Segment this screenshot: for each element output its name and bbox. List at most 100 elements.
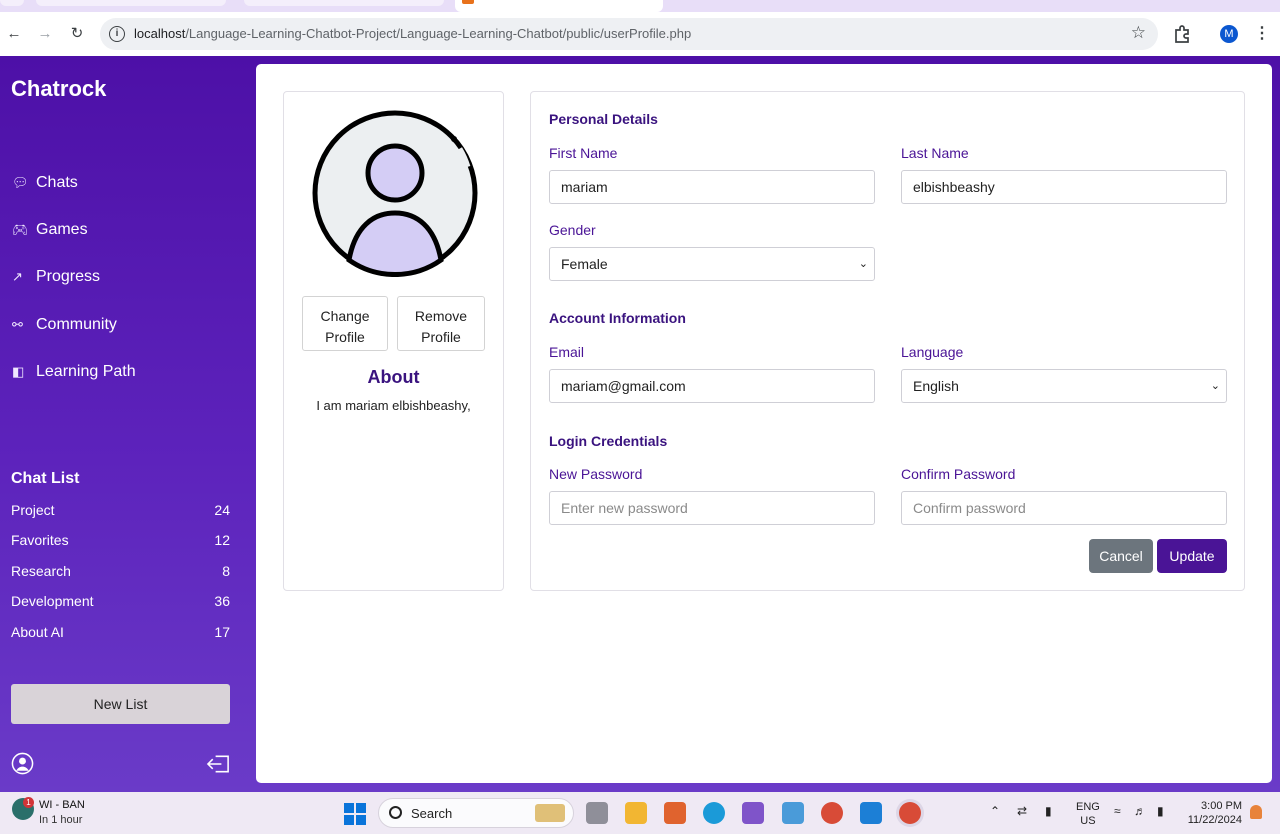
sidebar-item-chats[interactable]: 💬︎ Chats xyxy=(12,168,232,198)
browser-toolbar: ← → ↻ i localhost/Language-Learning-Chat… xyxy=(0,12,1280,56)
language-selected-value: English xyxy=(913,378,959,394)
battery-icon[interactable]: ▮ xyxy=(1157,804,1164,818)
gender-label: Gender xyxy=(549,222,596,238)
sidebar-item-label: Progress xyxy=(36,268,101,285)
sidebar-item-learning-path[interactable]: ◧ Learning Path xyxy=(12,357,232,387)
reload-icon[interactable]: ↻ xyxy=(67,24,87,44)
chat-list-label: Project xyxy=(11,502,55,518)
chat-list-count: 8 xyxy=(222,563,230,579)
button-label: Change xyxy=(320,307,370,324)
chart-line-icon: ↗ xyxy=(12,269,23,284)
chat-list-item[interactable]: Development 36 xyxy=(11,593,230,609)
notification-bell-icon[interactable] xyxy=(1250,805,1262,819)
gender-selected-value: Female xyxy=(561,256,608,272)
taskbar-search[interactable]: Search xyxy=(378,798,574,828)
bookmark-star-icon[interactable]: ☆ xyxy=(1131,23,1146,43)
visual-studio-icon[interactable] xyxy=(742,802,764,824)
language-label: Language xyxy=(901,344,964,360)
chevron-up-icon[interactable]: ⌃ xyxy=(990,804,1000,818)
first-name-field[interactable]: mariam xyxy=(549,170,875,204)
app-icon[interactable] xyxy=(782,802,804,824)
chat-list-item[interactable]: Project 24 xyxy=(11,502,230,518)
section-login-credentials: Login Credentials xyxy=(549,433,668,449)
chrome-active-icon[interactable] xyxy=(899,802,921,824)
update-button[interactable]: Update xyxy=(1157,539,1227,573)
first-name-label: First Name xyxy=(549,145,618,161)
remove-profile-button[interactable]: Remove Profile xyxy=(397,296,485,351)
edge-icon[interactable] xyxy=(703,802,725,824)
sidebar-item-community[interactable]: ⚯ Community xyxy=(12,310,232,340)
volume-icon[interactable]: ♬ xyxy=(1134,804,1146,818)
new-password-field[interactable]: Enter new password xyxy=(549,491,875,525)
file-explorer-icon[interactable] xyxy=(625,802,647,824)
weather-title[interactable]: WI - BAN xyxy=(39,799,85,811)
url-path: /Language-Learning-Chatbot-Project/Langu… xyxy=(185,26,692,41)
clock-date: 11/22/2024 xyxy=(1187,814,1242,826)
back-arrow-icon[interactable]: ← xyxy=(4,24,24,44)
tab-active[interactable] xyxy=(455,0,663,12)
xampp-icon[interactable] xyxy=(664,802,686,824)
tab-strip xyxy=(0,0,1280,12)
search-highlight-icon xyxy=(535,804,565,822)
chevron-down-icon: ⌄ xyxy=(1210,380,1220,392)
windows-start-icon[interactable] xyxy=(344,803,366,825)
logout-icon[interactable] xyxy=(206,754,231,774)
app-container: Chatrock 💬︎ Chats 🎮︎ Games ↗ Progress ⚯ Comm… xyxy=(0,56,1280,792)
weather-subtitle: In 1 hour xyxy=(39,814,83,826)
main-panel: Change Profile Remove Profile About I am m… xyxy=(256,64,1272,783)
sidebar-item-games[interactable]: 🎮︎ Games xyxy=(12,215,232,245)
change-profile-button[interactable]: Change Profile xyxy=(302,296,388,351)
vscode-icon[interactable] xyxy=(860,802,882,824)
section-personal-details: Personal Details xyxy=(549,111,658,127)
cancel-button[interactable]: Cancel xyxy=(1089,539,1153,573)
wifi-icon[interactable]: ≈ xyxy=(1114,804,1121,818)
profile-form: Personal Details First Name mariam Last … xyxy=(530,91,1245,591)
task-view-icon[interactable] xyxy=(586,802,608,824)
chat-list-label: Research xyxy=(11,563,71,579)
search-icon xyxy=(389,806,402,819)
gamepad-icon: 🎮︎ xyxy=(12,222,29,237)
profile-avatar[interactable]: M xyxy=(1220,25,1238,43)
favicon-icon xyxy=(462,0,474,4)
pen-menu-icon[interactable]: ⇄ xyxy=(1017,804,1027,818)
chat-list-item[interactable]: About AI 17 xyxy=(11,624,230,640)
email-field[interactable]: mariam@gmail.com xyxy=(549,369,875,403)
tab-inactive[interactable] xyxy=(0,0,24,6)
more-menu-icon[interactable]: ⋮ xyxy=(1254,23,1270,43)
address-bar[interactable]: i localhost/Language-Learning-Chatbot-Pr… xyxy=(100,18,1158,50)
chat-list-item[interactable]: Favorites 12 xyxy=(11,532,230,548)
language-select[interactable]: English ⌄ xyxy=(901,369,1227,403)
chat-list-count: 36 xyxy=(214,593,230,609)
sidebar-item-progress[interactable]: ↗ Progress xyxy=(12,262,232,292)
url-text[interactable]: localhost/Language-Learning-Chatbot-Proj… xyxy=(134,26,691,41)
tab-inactive[interactable] xyxy=(36,0,226,6)
chat-list-item[interactable]: Research 8 xyxy=(11,563,230,579)
clock[interactable]: 3:00 PM 11/22/2024 xyxy=(1186,799,1242,827)
button-label: Profile xyxy=(325,328,365,345)
tab-inactive[interactable] xyxy=(244,0,444,6)
lang-code: ENG xyxy=(1076,801,1100,813)
email-label: Email xyxy=(549,344,585,360)
button-label: Remove xyxy=(414,307,468,324)
gender-select[interactable]: Female ⌄ xyxy=(549,247,875,281)
path-icon: ◧ xyxy=(12,364,25,379)
chat-list-count: 12 xyxy=(214,532,230,548)
sidebar-item-label: Learning Path xyxy=(36,363,136,380)
chrome-profile-icon[interactable] xyxy=(821,802,843,824)
confirm-password-field[interactable]: Confirm password xyxy=(901,491,1227,525)
about-text: I am mariam elbishbeashy, xyxy=(316,398,471,413)
chat-icon: 💬︎ xyxy=(12,175,29,190)
site-info-icon[interactable]: i xyxy=(109,26,125,42)
about-title: About xyxy=(367,367,420,387)
extensions-puzzle-icon[interactable] xyxy=(1172,24,1192,44)
weather-badge: 1 xyxy=(23,797,34,808)
new-list-button[interactable]: New List xyxy=(11,684,230,724)
language-indicator[interactable]: ENG US xyxy=(1076,800,1100,828)
user-profile-icon[interactable] xyxy=(11,752,34,775)
forward-arrow-icon[interactable]: → xyxy=(35,24,55,44)
brand-logo[interactable]: Chatrock xyxy=(11,76,106,102)
last-name-label: Last Name xyxy=(901,145,969,161)
sidebar-item-label: Chats xyxy=(36,174,78,191)
tray-app-icon[interactable]: ▮ xyxy=(1045,804,1052,818)
last-name-field[interactable]: elbishbeashy xyxy=(901,170,1227,204)
